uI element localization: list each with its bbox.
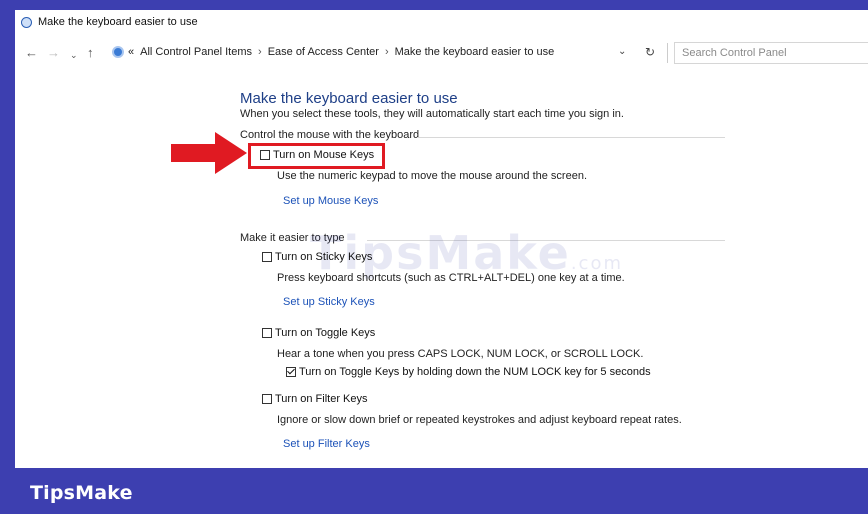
breadcrumb-item-all-control-panel-items[interactable]: All Control Panel Items <box>140 46 252 58</box>
toggle-keys-num-lock-option[interactable]: Turn on Toggle Keys by holding down the … <box>286 366 651 378</box>
section-heading-mouse: Control the mouse with the keyboard <box>240 129 420 141</box>
toggle-keys-description: Hear a tone when you press CAPS LOCK, NU… <box>277 348 644 360</box>
refresh-icon[interactable]: ↻ <box>645 45 655 59</box>
footer-banner: TipsMake <box>0 468 868 514</box>
mouse-keys-description: Use the numeric keypad to move the mouse… <box>277 170 588 182</box>
sticky-keys-checkbox[interactable] <box>262 252 272 262</box>
page-description: When you select these tools, they will a… <box>240 108 624 120</box>
forward-arrow-icon[interactable]: → <box>47 46 60 60</box>
chevron-right-icon[interactable]: › <box>385 46 389 58</box>
breadcrumb-item-ease-of-access-center[interactable]: Ease of Access Center <box>268 46 379 58</box>
set-up-sticky-keys-link[interactable]: Set up Sticky Keys <box>283 296 375 308</box>
chevron-down-icon[interactable]: ⌄ <box>70 48 78 62</box>
filter-keys-option[interactable]: Turn on Filter Keys <box>262 393 368 405</box>
address-bar-row: ← → ⌄ ↑ « All Control Panel Items › Ease… <box>15 40 868 68</box>
section-divider <box>417 137 725 138</box>
address-dropdown-icon[interactable]: ⌄ <box>618 46 626 57</box>
red-arrow-icon <box>171 132 247 174</box>
divider <box>667 43 668 63</box>
filter-keys-checkbox[interactable] <box>262 394 272 404</box>
window-title: Make the keyboard easier to use <box>38 16 198 28</box>
chevron-right-icon[interactable]: › <box>258 46 262 58</box>
set-up-filter-keys-link[interactable]: Set up Filter Keys <box>283 438 370 450</box>
control-panel-icon <box>112 46 124 58</box>
set-up-mouse-keys-link[interactable]: Set up Mouse Keys <box>283 195 378 207</box>
search-input[interactable] <box>674 42 868 64</box>
back-arrow-icon[interactable]: ← <box>25 46 38 60</box>
title-bar: Make the keyboard easier to use <box>15 10 868 34</box>
breadcrumb-overflow[interactable]: « <box>128 46 134 58</box>
highlight-box <box>248 143 385 169</box>
page-title: Make the keyboard easier to use <box>240 90 458 107</box>
toggle-keys-checkbox[interactable] <box>262 328 272 338</box>
sticky-keys-option[interactable]: Turn on Sticky Keys <box>262 251 372 263</box>
filter-keys-label[interactable]: Turn on Filter Keys <box>275 393 368 405</box>
filter-keys-description: Ignore or slow down brief or repeated ke… <box>277 414 682 426</box>
brand-logo: TipsMake <box>30 482 133 504</box>
control-panel-app-icon <box>21 16 32 28</box>
up-arrow-icon[interactable]: ↑ <box>87 46 94 60</box>
sticky-keys-label[interactable]: Turn on Sticky Keys <box>275 251 372 263</box>
toggle-keys-option[interactable]: Turn on Toggle Keys <box>262 327 375 339</box>
breadcrumb: « All Control Panel Items › Ease of Acce… <box>112 46 554 58</box>
control-panel-window: Make the keyboard easier to use ← → ⌄ ↑ … <box>15 10 868 468</box>
toggle-keys-num-lock-label[interactable]: Turn on Toggle Keys by holding down the … <box>299 366 651 378</box>
breadcrumb-item-current-page[interactable]: Make the keyboard easier to use <box>395 46 555 58</box>
toggle-keys-num-lock-checkbox[interactable] <box>286 367 296 377</box>
sticky-keys-description: Press keyboard shortcuts (such as CTRL+A… <box>277 272 625 284</box>
toggle-keys-label[interactable]: Turn on Toggle Keys <box>275 327 375 339</box>
